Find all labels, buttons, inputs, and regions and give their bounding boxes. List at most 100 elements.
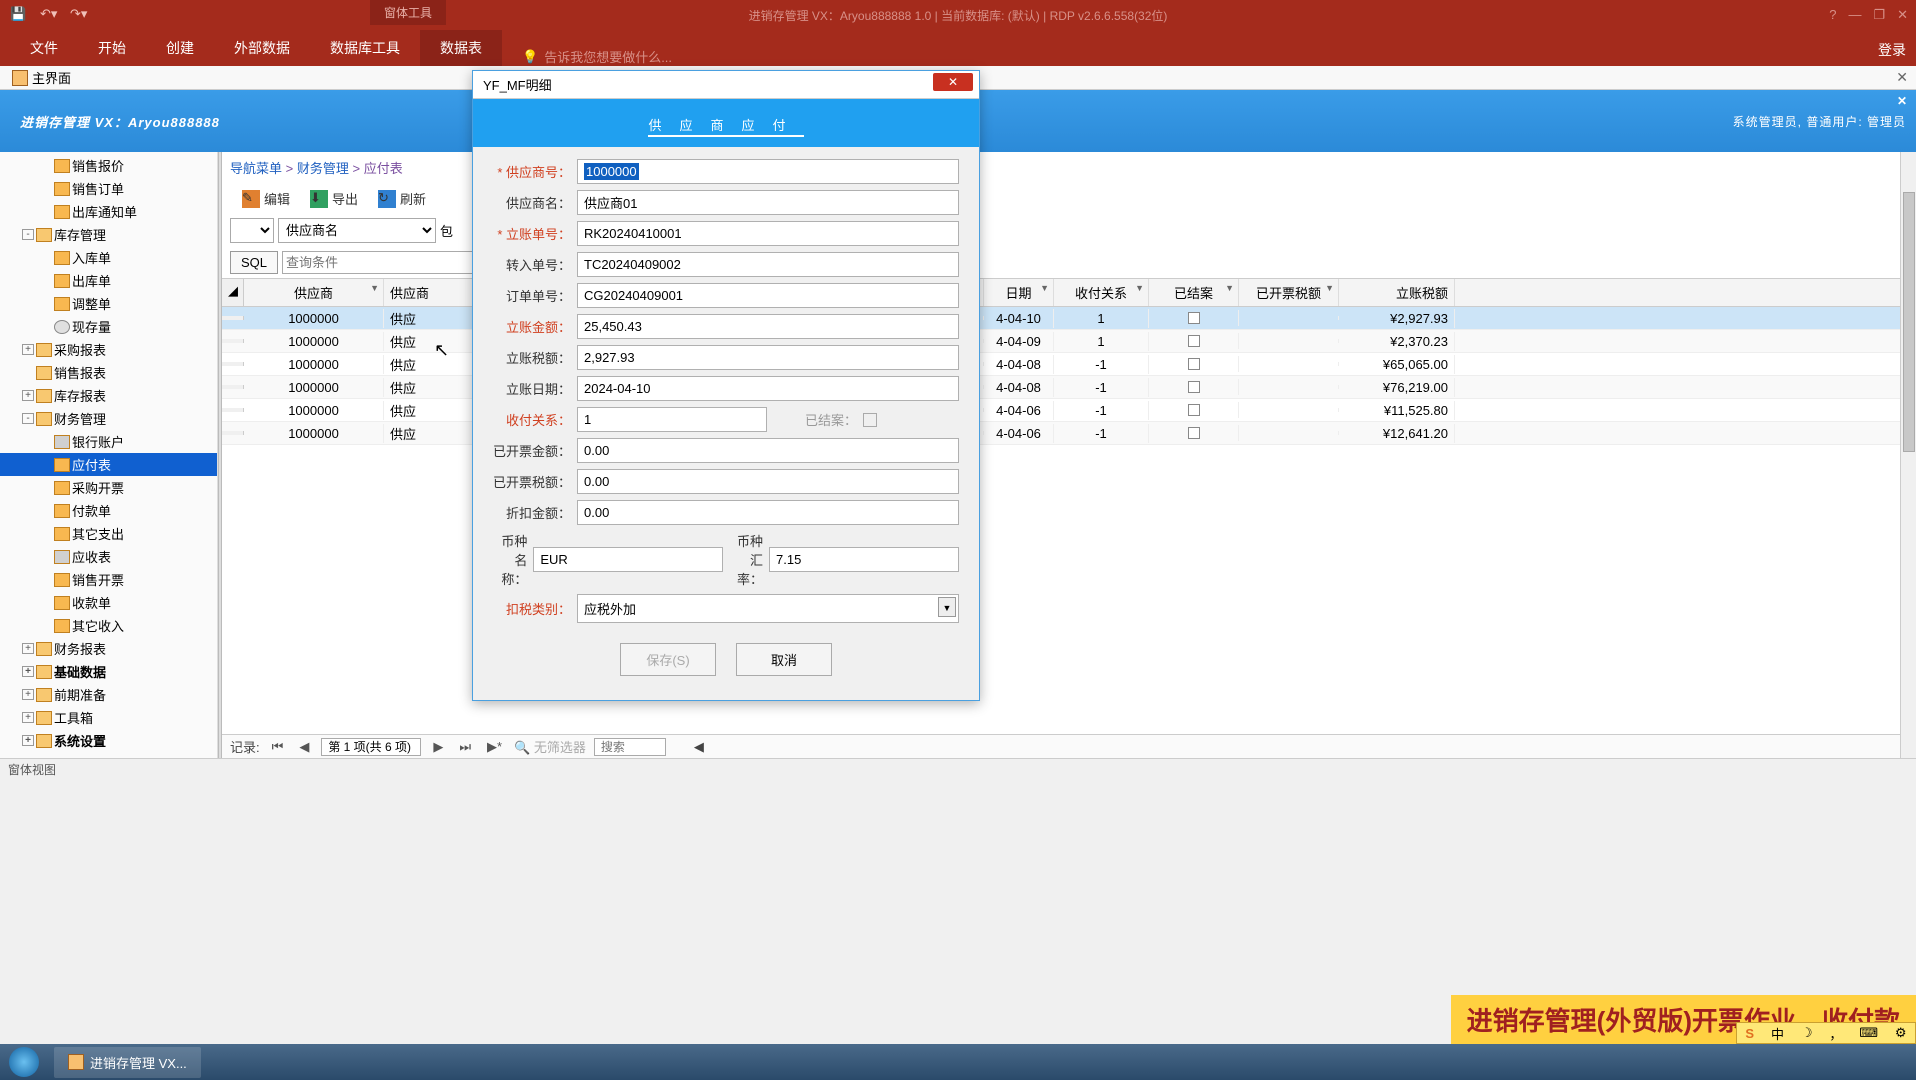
tree-toggle-icon[interactable]: -	[22, 413, 34, 424]
ime-punct[interactable]: ，	[1829, 1024, 1842, 1043]
row-selector[interactable]	[222, 385, 244, 389]
field-rate[interactable]	[769, 547, 959, 572]
tab-file[interactable]: 文件	[10, 30, 78, 66]
login-link[interactable]: 登录	[1878, 40, 1906, 60]
filter-field-1[interactable]	[230, 218, 274, 243]
col-relation[interactable]: 收付关系▼	[1054, 279, 1149, 306]
tree-item[interactable]: 收款单	[0, 591, 217, 614]
breadcrumb-nav[interactable]: 导航菜单	[230, 161, 282, 176]
col-closed[interactable]: 已结案▼	[1149, 279, 1239, 306]
tree-item[interactable]: +系统设置	[0, 729, 217, 752]
minimize-icon[interactable]: —	[1848, 7, 1861, 23]
save-icon[interactable]: 💾	[10, 6, 28, 24]
tree-toggle-icon[interactable]: +	[22, 735, 34, 746]
cancel-button[interactable]: 取消	[736, 643, 832, 676]
row-selector[interactable]	[222, 408, 244, 412]
checkbox-closed[interactable]	[863, 413, 877, 427]
tree-item[interactable]: 采购开票	[0, 476, 217, 499]
ime-icon[interactable]: S	[1745, 1026, 1754, 1041]
row-selector[interactable]	[222, 362, 244, 366]
tree-item[interactable]: +基础数据	[0, 660, 217, 683]
tree-item[interactable]: -财务管理	[0, 407, 217, 430]
tell-me[interactable]: 💡告诉我您想要做什么...	[522, 47, 672, 66]
tab-datasheet[interactable]: 数据表	[420, 30, 502, 66]
field-invoiced-tax[interactable]	[577, 469, 959, 494]
undo-icon[interactable]: ↶▾	[40, 6, 58, 24]
field-order-no[interactable]	[577, 283, 959, 308]
doc-tab-close[interactable]: ✕	[1896, 69, 1908, 86]
edit-button[interactable]: ✎编辑	[242, 189, 290, 208]
help-icon[interactable]: ?	[1829, 7, 1836, 23]
ime-keyboard[interactable]: ⌨	[1859, 1025, 1878, 1041]
row-selector[interactable]	[222, 339, 244, 343]
nav-prev[interactable]: ◀	[295, 739, 313, 755]
start-button[interactable]	[0, 1044, 48, 1080]
tree-toggle-icon[interactable]: +	[22, 712, 34, 723]
tree-item[interactable]: 销售开票	[0, 568, 217, 591]
nav-new[interactable]: ▶*	[483, 739, 506, 755]
field-tax-type[interactable]: 应税外加▼	[577, 594, 959, 623]
tab-dbtools[interactable]: 数据库工具	[310, 30, 420, 66]
tree-item[interactable]: +前期准备	[0, 683, 217, 706]
breadcrumb-fin[interactable]: 财务管理	[297, 161, 349, 176]
tree-item[interactable]: 其它支出	[0, 522, 217, 545]
tree-item[interactable]: 销售报表	[0, 361, 217, 384]
tab-external[interactable]: 外部数据	[214, 30, 310, 66]
tree-toggle-icon[interactable]: +	[22, 689, 34, 700]
ime-settings[interactable]: ⚙	[1895, 1025, 1907, 1041]
col-amount[interactable]: 立账税额	[1339, 279, 1455, 306]
field-currency[interactable]	[533, 547, 723, 572]
field-amount[interactable]	[577, 314, 959, 339]
tab-home[interactable]: 开始	[78, 30, 146, 66]
field-supplier-no[interactable]: 1000000	[577, 159, 959, 184]
tree-item[interactable]: 银行账户	[0, 430, 217, 453]
row-selector[interactable]	[222, 431, 244, 435]
nav-search[interactable]	[594, 738, 666, 756]
nav-last[interactable]: ⏭	[455, 739, 475, 755]
ime-moon[interactable]: ☽	[1801, 1025, 1813, 1041]
export-button[interactable]: ⬇导出	[310, 189, 358, 208]
tree-item[interactable]: +财务报表	[0, 637, 217, 660]
field-doc-no[interactable]	[577, 221, 959, 246]
field-supplier-name[interactable]	[577, 190, 959, 215]
tree-item[interactable]: 出库通知单	[0, 200, 217, 223]
tree-item[interactable]: +采购报表	[0, 338, 217, 361]
col-selector[interactable]: ◢	[222, 279, 244, 306]
tree-item[interactable]: +库存报表	[0, 384, 217, 407]
field-invoiced-amt[interactable]	[577, 438, 959, 463]
doc-tab-main[interactable]: 主界面	[4, 66, 79, 89]
ime-lang[interactable]: 中	[1771, 1024, 1784, 1043]
tree-item[interactable]: 入库单	[0, 246, 217, 269]
tree-item[interactable]: 出库单	[0, 269, 217, 292]
tree-item[interactable]: +工具箱	[0, 706, 217, 729]
tree-item[interactable]: 付款单	[0, 499, 217, 522]
tree-toggle-icon[interactable]: +	[22, 344, 34, 355]
filter-field-2[interactable]: 供应商名	[278, 218, 436, 243]
col-date[interactable]: 日期▼	[984, 279, 1054, 306]
refresh-button[interactable]: ↻刷新	[378, 189, 426, 208]
nav-position[interactable]	[321, 738, 421, 756]
nav-next[interactable]: ▶	[429, 739, 447, 755]
col-supplier-name[interactable]: 供应商	[384, 279, 474, 306]
tree-toggle-icon[interactable]: -	[22, 229, 34, 240]
tree-item[interactable]: 调整单	[0, 292, 217, 315]
close-icon[interactable]: ✕	[1897, 7, 1908, 23]
field-transfer-no[interactable]	[577, 252, 959, 277]
tree-item[interactable]: 应付表	[0, 453, 217, 476]
dialog-titlebar[interactable]: YF_MF明细 ✕	[473, 71, 979, 99]
tree-item[interactable]: 应收表	[0, 545, 217, 568]
sql-button[interactable]: SQL	[230, 251, 278, 274]
nav-first[interactable]: ⏮	[268, 739, 288, 755]
tree-item[interactable]: 现存量	[0, 315, 217, 338]
tree-toggle-icon[interactable]: +	[22, 666, 34, 677]
tree-toggle-icon[interactable]: +	[22, 643, 34, 654]
header-close-icon[interactable]: ✕	[1897, 94, 1908, 108]
tree-item[interactable]: 销售报价	[0, 154, 217, 177]
restore-icon[interactable]: ❐	[1873, 7, 1885, 23]
field-discount[interactable]	[577, 500, 959, 525]
tree-item[interactable]: 其它收入	[0, 614, 217, 637]
dialog-close-button[interactable]: ✕	[933, 73, 973, 91]
field-date[interactable]	[577, 376, 959, 401]
tab-create[interactable]: 创建	[146, 30, 214, 66]
col-tax-invoiced[interactable]: 已开票税额▼	[1239, 279, 1339, 306]
